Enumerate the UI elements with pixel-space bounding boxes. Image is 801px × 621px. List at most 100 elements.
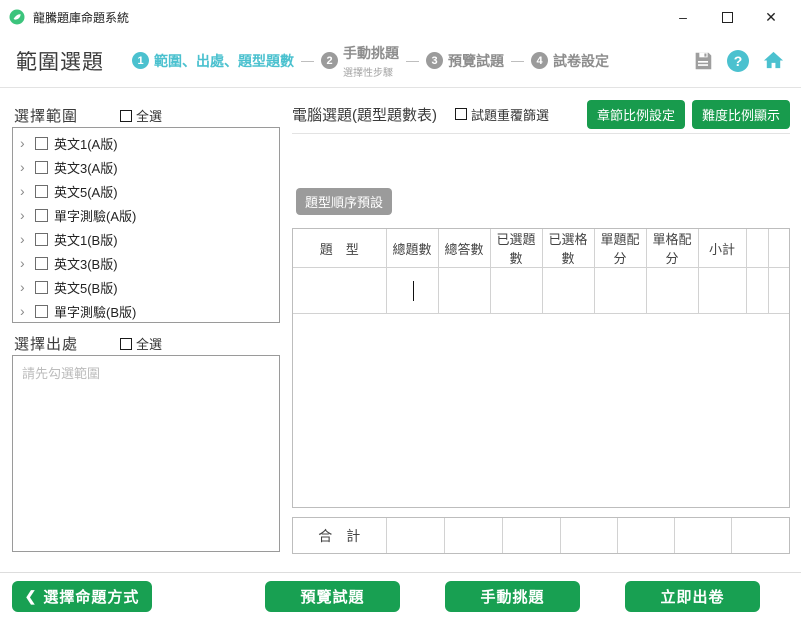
cell-selected-blanks[interactable] [542,268,594,314]
tree-item-label: 英文3(A版) [54,158,118,177]
chevron-right-icon[interactable]: › [20,255,35,271]
step-2-label: 手動挑題 [343,43,399,63]
preview-questions-button[interactable]: 預覽試題 [265,581,400,612]
col-header-subtotal: 小計 [698,229,746,268]
maximize-button[interactable] [705,2,749,32]
step-4-number: 4 [531,52,548,69]
maximize-icon [722,12,733,23]
col-header-total-questions: 總題數 [386,229,438,268]
tree-item-eng3a[interactable]: › 英文3(A版) [13,155,279,179]
page-title: 範圍選題 [16,46,104,76]
chapter-ratio-button[interactable]: 章節比例設定 [587,100,685,129]
range-select-all-checkbox[interactable] [120,110,132,122]
cell-subtotal[interactable] [698,268,746,314]
tree-item-eng5b[interactable]: › 英文5(B版) [13,275,279,299]
footer-divider [0,572,801,573]
minimize-button[interactable]: – [661,2,705,32]
chevron-right-icon[interactable]: › [20,135,35,151]
source-section-title: 選擇出處 [14,333,78,354]
tree-item-checkbox[interactable] [35,281,48,294]
chevron-right-icon[interactable]: › [20,183,35,199]
step-4: 4 試卷設定 [531,51,609,71]
tree-item-checkbox[interactable] [35,305,48,318]
cell-selected-questions[interactable] [490,268,542,314]
cell-points-per-blank[interactable] [646,268,698,314]
tree-item-checkbox[interactable] [35,185,48,198]
table-header-row: 題 型 總題數 總答數 已選題數 已選格數 單題配分 單格配分 小計 [293,229,789,268]
computer-selection-title: 電腦選題(題型題數表) [292,104,437,125]
tree-item-eng1b[interactable]: › 英文1(B版) [13,227,279,251]
chevron-left-icon: ❮ [25,588,38,605]
range-tree: › 英文1(A版) › 英文3(A版) › 英文5(A版) › 單字測驗(A版)… [12,127,280,323]
step-separator: — [406,53,419,68]
tree-item-label: 英文1(B版) [54,230,118,249]
close-button[interactable]: ✕ [749,2,793,32]
source-select-all-checkbox[interactable] [120,338,132,350]
tree-item-eng3b[interactable]: › 英文3(B版) [13,251,279,275]
save-button[interactable] [691,49,715,73]
tree-item-checkbox[interactable] [35,137,48,150]
generate-exam-button[interactable]: 立即出卷 [625,581,760,612]
totals-cell [386,518,444,553]
col-header-selected-blanks: 已選格數 [542,229,594,268]
question-type-table: 題 型 總題數 總答數 已選題數 已選格數 單題配分 單格配分 小計 [292,228,790,508]
back-to-method-button[interactable]: ❮ 選擇命題方式 [12,581,152,612]
computer-selection-header: 電腦選題(題型題數表) 試題重覆篩選 章節比例設定 難度比例顯示 [292,100,790,128]
cell-points-per-question[interactable] [594,268,646,314]
totals-label: 合 計 [293,518,386,553]
text-caret [413,281,415,301]
tree-item-label: 英文3(B版) [54,254,118,273]
step-indicator: 1 範圍、出處、題型題數 — 2 手動挑題 選擇性步驟 — 3 預覽試題 — 4… [132,43,609,79]
step-1: 1 範圍、出處、題型題數 [132,51,294,71]
help-button[interactable]: ? [726,49,750,73]
range-section-header: 選擇範圍 全選 [14,105,280,126]
chevron-right-icon[interactable]: › [20,303,35,319]
chevron-right-icon[interactable]: › [20,279,35,295]
tree-item-vocab-a[interactable]: › 單字測驗(A版) [13,203,279,227]
chevron-right-icon[interactable]: › [20,159,35,175]
back-to-method-label: 選擇命題方式 [43,586,139,607]
step-separator: — [301,53,314,68]
app-logo-icon [8,8,26,26]
duplicate-filter-label: 試題重覆篩選 [471,105,549,124]
step-3-label: 預覽試題 [448,51,504,71]
range-section-title: 選擇範圍 [14,105,78,126]
col-header-blank-1 [746,229,768,268]
step-1-number: 1 [132,52,149,69]
totals-cell [617,518,674,553]
tree-item-label: 英文1(A版) [54,134,118,153]
col-header-selected-questions: 已選題數 [490,229,542,268]
chevron-right-icon[interactable]: › [20,231,35,247]
cell-total-answers[interactable] [438,268,490,314]
range-select-all[interactable]: 全選 [120,106,162,125]
tree-item-checkbox[interactable] [35,257,48,270]
home-icon [762,49,785,72]
manual-pick-button[interactable]: 手動挑題 [445,581,580,612]
tree-item-checkbox[interactable] [35,209,48,222]
type-order-preset-button[interactable]: 題型順序預設 [296,188,392,215]
tree-item-vocab-b[interactable]: › 單字測驗(B版) [13,299,279,323]
home-button[interactable] [761,49,785,73]
cell-blank-1 [746,268,768,314]
step-2-number: 2 [321,52,338,69]
totals-cell [674,518,731,553]
difficulty-ratio-button[interactable]: 難度比例顯示 [692,100,790,129]
totals-row: 合 計 [293,518,789,553]
tree-item-checkbox[interactable] [35,161,48,174]
cell-blank-2 [768,268,789,314]
tree-item-eng5a[interactable]: › 英文5(A版) [13,179,279,203]
cell-type[interactable] [293,268,386,314]
source-select-all[interactable]: 全選 [120,334,162,353]
window-titlebar: 龍騰題庫命題系統 – ✕ [0,0,801,34]
cell-total-questions[interactable] [386,268,438,314]
tree-item-label: 單字測驗(A版) [54,206,136,225]
chevron-right-icon[interactable]: › [20,207,35,223]
tree-item-label: 英文5(A版) [54,182,118,201]
duplicate-filter-checkbox[interactable] [455,108,467,120]
tree-item-eng1a[interactable]: › 英文1(A版) [13,131,279,155]
right-panel-divider [292,133,790,134]
tree-item-checkbox[interactable] [35,233,48,246]
step-4-label: 試卷設定 [553,51,609,71]
duplicate-filter[interactable]: 試題重覆篩選 [455,105,549,124]
tree-item-label: 單字測驗(B版) [54,302,136,321]
